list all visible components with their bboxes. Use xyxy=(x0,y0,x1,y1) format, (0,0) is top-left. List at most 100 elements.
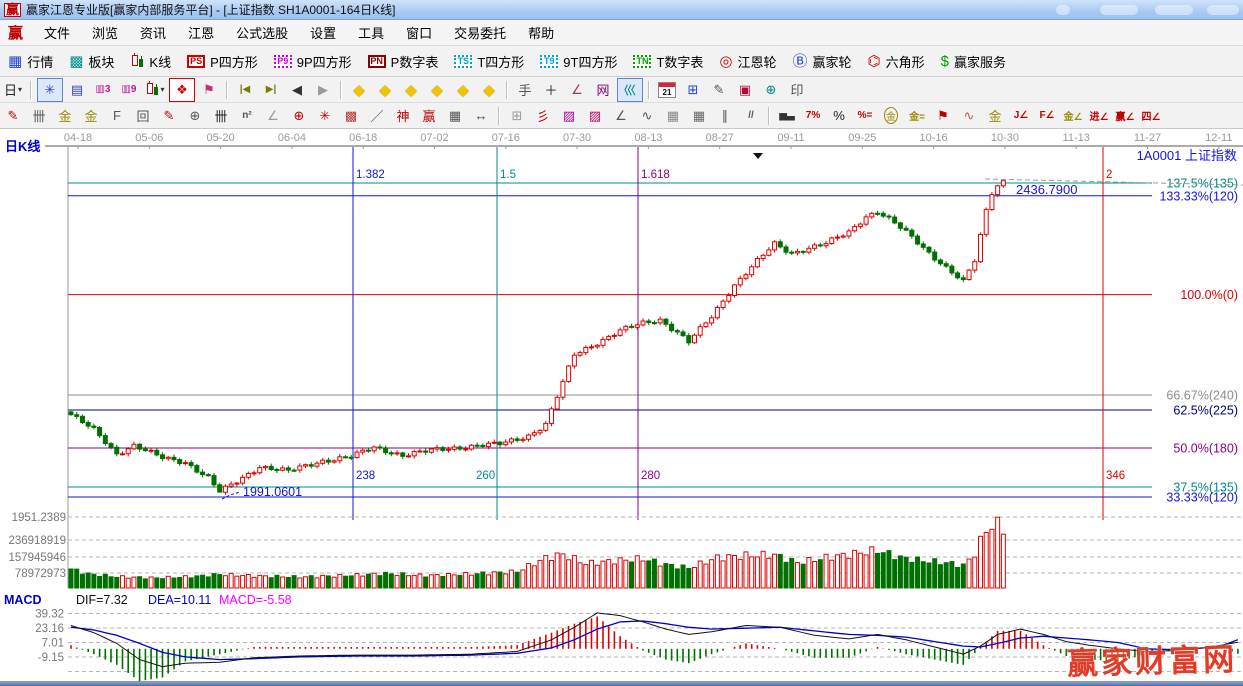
macd-indicator-name[interactable]: MACD xyxy=(4,593,42,607)
web-fan-tool[interactable]: ▨ xyxy=(557,105,581,127)
printer-icon[interactable]: 印 xyxy=(785,79,809,101)
gold-comb-2-tool[interactable]: 金 xyxy=(79,105,103,127)
wave-box-tool[interactable]: ∿ xyxy=(957,105,981,127)
t-square-button[interactable]: TST四方形 xyxy=(446,48,532,74)
sectors-button[interactable]: ▩板块 xyxy=(61,48,122,74)
menu-item-交易委托[interactable]: 交易委托 xyxy=(443,20,517,45)
first-bar-button[interactable]: |◀ xyxy=(233,79,257,101)
box-plus-tool[interactable]: ⊞ xyxy=(505,105,529,127)
candle-style-dropdown[interactable]: ▾ xyxy=(143,79,167,101)
color-flag-tool[interactable]: ⚑ xyxy=(197,79,221,101)
gann-wheel-button[interactable]: ◎江恩轮 xyxy=(711,48,784,74)
grid-a-tool[interactable]: ▦ xyxy=(661,105,685,127)
next-bar-button[interactable]: ▶ xyxy=(311,79,335,101)
three-bars-tool[interactable]: ▥3 xyxy=(91,79,115,101)
p-number-button[interactable]: PNP数字表 xyxy=(360,48,447,74)
percent-7-tool[interactable]: 7% xyxy=(801,105,825,127)
menu-item-江恩[interactable]: 江恩 xyxy=(177,20,225,45)
ying-angle-tool[interactable]: 赢∠ xyxy=(1113,105,1137,127)
ray-fan-tool[interactable]: 彡 xyxy=(531,105,555,127)
pan-hand-tool[interactable]: 手 xyxy=(513,79,537,101)
gold-underline-tool[interactable]: 金 xyxy=(983,105,1007,127)
stat-columns-tool[interactable]: ▅▃ xyxy=(775,105,799,127)
jin-angle-tool[interactable]: 进∠ xyxy=(1087,105,1111,127)
web-grid-tool[interactable]: ▩ xyxy=(339,105,363,127)
winner-service-button[interactable]: $赢家服务 xyxy=(933,48,1014,74)
red-lattice-tool[interactable]: ❖ xyxy=(169,78,195,102)
gann-network-tool[interactable]: ✳ xyxy=(37,78,63,102)
diamond-compress-all-button[interactable]: ◆ xyxy=(451,79,475,101)
last-bar-button[interactable]: ▶| xyxy=(259,79,283,101)
p-square-button[interactable]: PSP四方形 xyxy=(179,48,266,74)
parallel-b-tool[interactable]: // xyxy=(739,105,763,127)
si-angle-tool[interactable]: 四∠ xyxy=(1139,105,1163,127)
diamond-compress-button[interactable]: ◆ xyxy=(425,79,449,101)
grid-b-tool[interactable]: ▦ xyxy=(687,105,711,127)
trend-stroke-tool[interactable]: ／ xyxy=(365,105,389,127)
wave-ray-tool[interactable]: ∿ xyxy=(635,105,659,127)
gold-angle-tool[interactable]: 金∠ xyxy=(1061,105,1085,127)
menu-item-设置[interactable]: 设置 xyxy=(299,20,347,45)
shen-grid-tool[interactable]: 神 xyxy=(391,105,415,127)
ying-grid-tool[interactable]: 赢 xyxy=(417,105,441,127)
dense-comb-tool[interactable]: 卌 xyxy=(209,105,233,127)
teal-scribble-tool[interactable]: 巛 xyxy=(617,78,643,102)
angle-ruler-tool[interactable]: ∠ xyxy=(261,105,285,127)
two-ray-tool[interactable]: ∠ xyxy=(609,105,633,127)
t9-square-button[interactable]: T99T四方形 xyxy=(532,48,625,74)
star-grid-tool[interactable]: ✳ xyxy=(313,105,337,127)
menu-item-帮助[interactable]: 帮助 xyxy=(517,20,565,45)
diamond-expand-all-button[interactable]: ◆ xyxy=(477,79,501,101)
info-panel-tool[interactable]: ▤ xyxy=(65,79,89,101)
t-number-button[interactable]: TNT数字表 xyxy=(625,48,711,74)
prev-bar-button[interactable]: ◀ xyxy=(285,79,309,101)
flag-pencil-tool[interactable]: ⚑ xyxy=(931,105,955,127)
crosshair-tool[interactable]: ＋ xyxy=(539,79,563,101)
diamond-pan-right-button[interactable]: ◆ xyxy=(373,79,397,101)
candle xyxy=(86,423,90,427)
winner-wheel-button[interactable]: Ⓑ赢家轮 xyxy=(785,48,860,74)
f-comb-tool[interactable]: F xyxy=(105,105,129,127)
percent-lines-tool[interactable]: %= xyxy=(853,105,877,127)
chart-area[interactable]: 04-1805-0605-2006-0406-1807-0207-1607-30… xyxy=(0,129,1243,683)
menu-item-资讯[interactable]: 资讯 xyxy=(129,20,177,45)
period-day-dropdown[interactable]: 日▾ xyxy=(1,79,25,101)
hexagon-button[interactable]: ⌬六角形 xyxy=(860,48,933,74)
calendar-21-icon[interactable]: 21 xyxy=(655,79,679,101)
gold-circle-tool[interactable]: 金 xyxy=(879,105,903,127)
angle-measure-tool[interactable]: ∠ xyxy=(565,79,589,101)
menu-item-文件[interactable]: 文件 xyxy=(33,20,81,45)
gold-comb-1-tool[interactable]: 金 xyxy=(53,105,77,127)
volume-bar xyxy=(92,574,96,588)
draw-pencil-2-tool[interactable]: ✎ xyxy=(157,105,181,127)
parallel-a-tool[interactable]: ∥ xyxy=(713,105,737,127)
notepad-icon[interactable]: ✎ xyxy=(707,79,731,101)
save-icon[interactable]: ▣ xyxy=(733,79,757,101)
comb-grid-tool[interactable]: 卌 xyxy=(27,105,51,127)
nine-bars-tool[interactable]: ▥9 xyxy=(117,79,141,101)
percent-tool[interactable]: % xyxy=(827,105,851,127)
width-measure-tool[interactable]: ↔ xyxy=(469,105,493,127)
menu-item-窗口[interactable]: 窗口 xyxy=(395,20,443,45)
f-angle-tool[interactable]: F∠ xyxy=(1035,105,1059,127)
web-fan-2-tool[interactable]: ▨ xyxy=(583,105,607,127)
gold-lines-tool[interactable]: 金= xyxy=(905,105,929,127)
menu-item-公式选股[interactable]: 公式选股 xyxy=(225,20,299,45)
gann-target-tool[interactable]: ⊕ xyxy=(287,105,311,127)
web-globe-icon[interactable]: ⊕ xyxy=(759,79,783,101)
draw-pencil-tool[interactable]: ✎ xyxy=(1,105,25,127)
quotes-button[interactable]: ▦行情 xyxy=(0,48,61,74)
grid-125-tool[interactable]: ▦ xyxy=(443,105,467,127)
purple-net-tool[interactable]: 网 xyxy=(591,79,615,101)
diamond-pan-left-button[interactable]: ◆ xyxy=(347,79,371,101)
j-angle-tool[interactable]: J∠ xyxy=(1009,105,1033,127)
menu-item-浏览[interactable]: 浏览 xyxy=(81,20,129,45)
spiral-comb-tool[interactable]: 回 xyxy=(131,105,155,127)
p9-square-button[interactable]: P99P四方形 xyxy=(266,48,360,74)
circle-comb-tool[interactable]: ⊕ xyxy=(183,105,207,127)
n-squared-tool[interactable]: n² xyxy=(235,105,259,127)
menu-item-工具[interactable]: 工具 xyxy=(347,20,395,45)
calculator-icon[interactable]: ⊞ xyxy=(681,79,705,101)
diamond-zoom-h-button[interactable]: ◆ xyxy=(399,79,423,101)
kline-button[interactable]: K线 xyxy=(122,48,179,74)
